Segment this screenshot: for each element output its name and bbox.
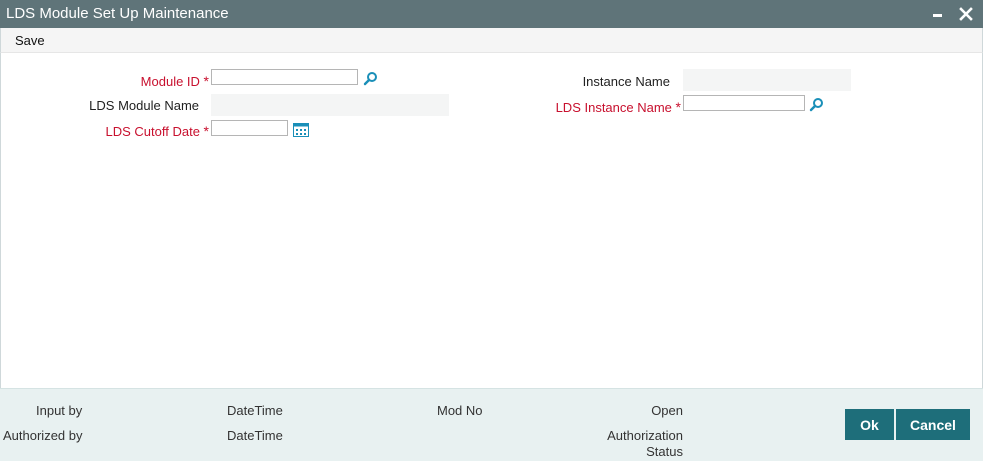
input-by-label: Input by xyxy=(36,403,83,418)
authorized-by-label: Authorized by xyxy=(3,428,83,443)
ok-button[interactable]: Ok xyxy=(845,409,894,440)
minimize-icon[interactable] xyxy=(927,4,947,24)
open-label: Open xyxy=(651,403,683,418)
close-icon[interactable] xyxy=(956,4,976,24)
authorization-status-label: Authorization Status xyxy=(607,428,683,459)
module-id-input[interactable] xyxy=(211,69,358,85)
magnifier-icon[interactable] xyxy=(363,71,379,87)
audit-footer: Input by DateTime Mod No Open Authorized… xyxy=(0,388,983,461)
magnifier-icon[interactable] xyxy=(809,97,825,113)
form-area: Module ID * LDS Module Name LDS Cutoff D… xyxy=(0,53,983,388)
mod-no-label: Mod No xyxy=(437,403,483,418)
instance-name-label: Instance Name xyxy=(582,74,670,89)
lds-instance-name-input[interactable] xyxy=(683,95,805,111)
module-name-label: LDS Module Name xyxy=(89,98,199,113)
calendar-icon[interactable] xyxy=(293,122,309,138)
save-button[interactable]: Save xyxy=(15,33,45,48)
cancel-button[interactable]: Cancel xyxy=(896,409,970,440)
module-name-field[interactable] xyxy=(211,94,449,116)
toolbar: Save xyxy=(0,28,983,53)
instance-name-field[interactable] xyxy=(683,69,851,91)
datetime-label: DateTime xyxy=(227,403,283,418)
module-id-label: Module ID * xyxy=(140,73,209,89)
window-title: LDS Module Set Up Maintenance xyxy=(6,5,229,22)
title-bar: LDS Module Set Up Maintenance xyxy=(0,0,983,28)
cutoff-date-label: LDS Cutoff Date * xyxy=(105,123,210,139)
datetime-label: DateTime xyxy=(227,428,283,443)
cutoff-date-input[interactable] xyxy=(211,120,288,136)
lds-instance-name-label: LDS Instance Name * xyxy=(555,99,681,115)
